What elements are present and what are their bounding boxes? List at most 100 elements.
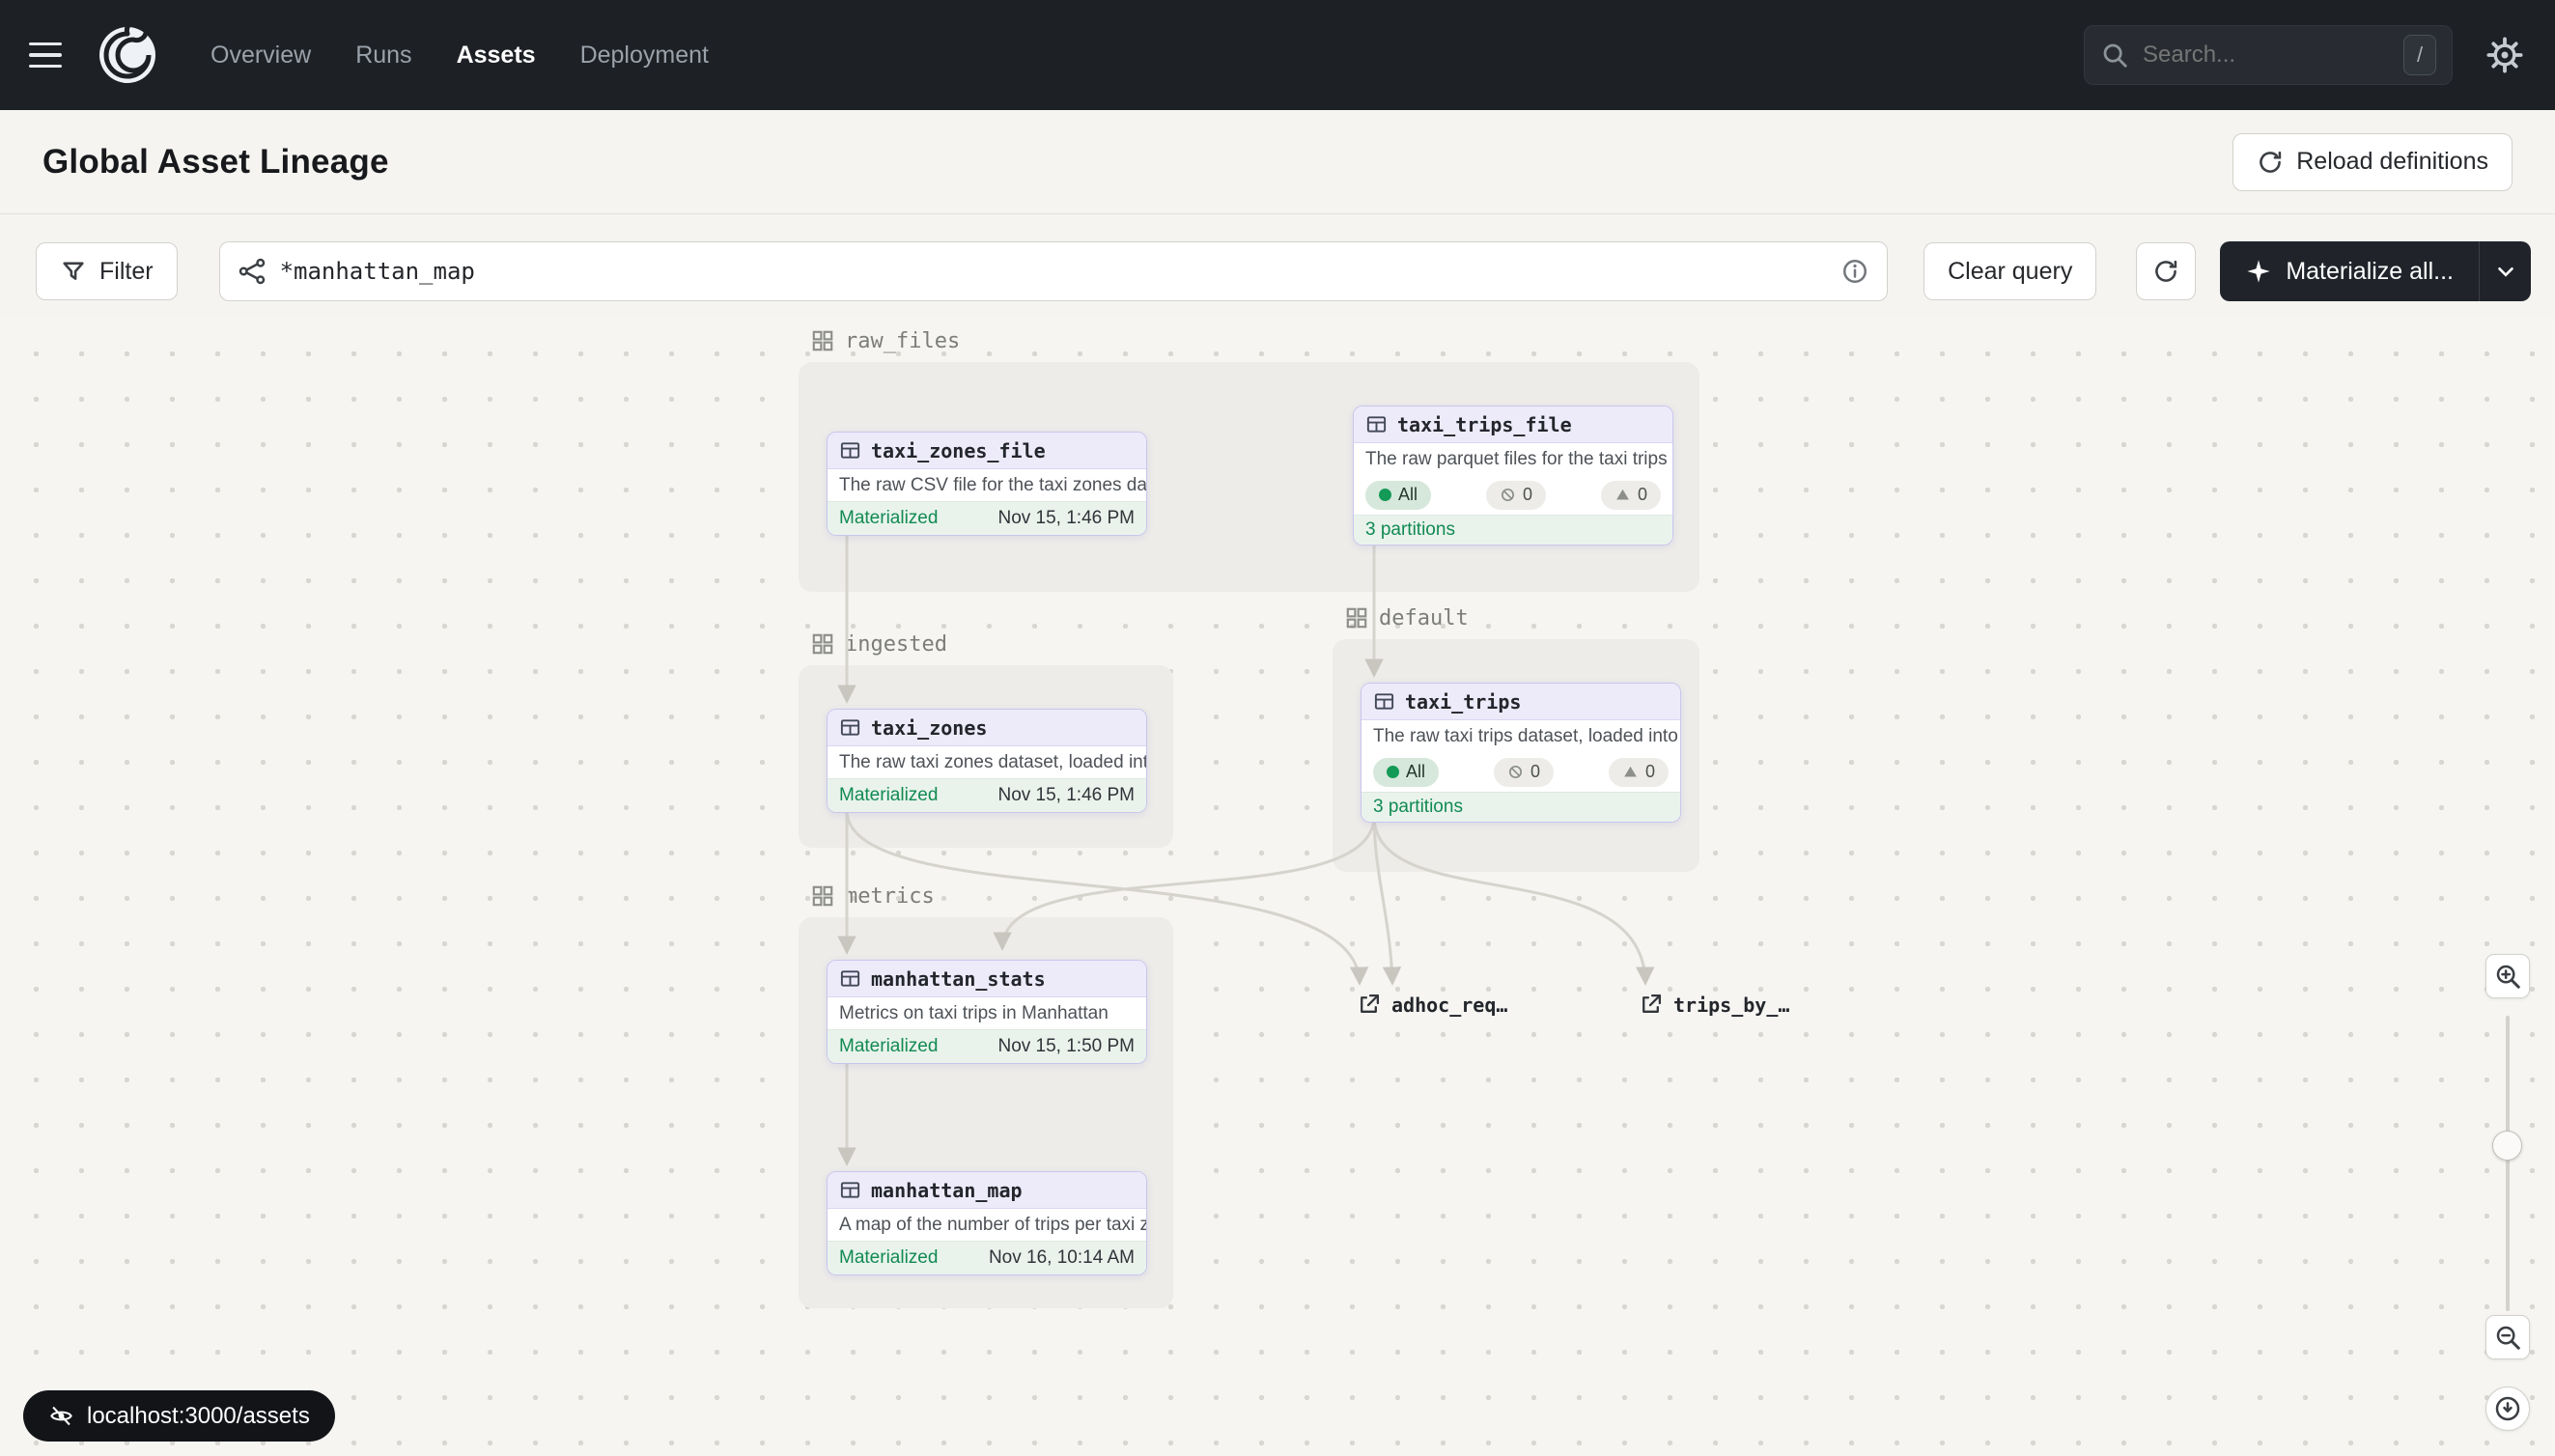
- materialized-status: Materialized: [839, 785, 938, 806]
- materialized-timestamp: Nov 15, 1:46 PM: [997, 508, 1135, 529]
- menu-icon[interactable]: [29, 34, 71, 76]
- download-view-button[interactable]: [2485, 1386, 2530, 1431]
- zoom-out-icon: [2493, 1323, 2522, 1352]
- dagster-logo-svg: [97, 24, 158, 86]
- page-header: Global Asset Lineage Reload definitions: [0, 110, 2555, 214]
- external-link-icon: [1357, 993, 1381, 1017]
- group-label-metrics[interactable]: metrics: [810, 883, 935, 909]
- materialize-options-button[interactable]: [2479, 241, 2531, 301]
- asset-description: The raw taxi zones dataset, loaded int..…: [828, 746, 1146, 778]
- current-url: localhost:3000/assets: [87, 1403, 310, 1430]
- partitions-missing-badge: 0: [1486, 481, 1546, 510]
- partitions-missing-badge: 0: [1494, 758, 1554, 787]
- asset-status-row: Materialized Nov 16, 10:14 AM: [828, 1241, 1146, 1274]
- group-name: ingested: [845, 632, 947, 657]
- asset-node-taxi-trips-file[interactable]: taxi_trips_file The raw parquet files fo…: [1353, 406, 1673, 546]
- asset-selection-input[interactable]: [280, 258, 1828, 285]
- asset-node-manhattan-map[interactable]: manhattan_map A map of the number of tri…: [827, 1171, 1147, 1275]
- zoom-in-icon: [2493, 962, 2522, 991]
- grid-icon: [810, 883, 835, 909]
- asset-name: taxi_trips_file: [1397, 413, 1572, 436]
- zoom-slider-track[interactable]: [2506, 1016, 2510, 1311]
- zoom-slider-handle[interactable]: [2492, 1131, 2522, 1161]
- materialized-timestamp: Nov 16, 10:14 AM: [989, 1247, 1135, 1269]
- external-asset-label: trips_by_…: [1673, 994, 1789, 1017]
- global-search[interactable]: /: [2084, 25, 2453, 85]
- zoom-in-button[interactable]: [2485, 954, 2530, 998]
- reload-definitions-button[interactable]: Reload definitions: [2232, 133, 2513, 191]
- asset-name: manhattan_stats: [871, 967, 1046, 991]
- materialized-status: Materialized: [839, 1036, 938, 1057]
- asset-status-row: Materialized Nov 15, 1:50 PM: [828, 1029, 1146, 1063]
- asset-node-manhattan-stats[interactable]: manhattan_stats Metrics on taxi trips in…: [827, 960, 1147, 1064]
- refresh-icon: [2257, 149, 2284, 176]
- nav-tab-assets[interactable]: Assets: [457, 42, 536, 70]
- asset-node-taxi-trips[interactable]: taxi_trips The raw taxi trips dataset, l…: [1361, 683, 1681, 823]
- nav-tab-overview[interactable]: Overview: [211, 42, 311, 70]
- group-label-default[interactable]: default: [1344, 605, 1469, 630]
- partitions-summary: 3 partitions: [1362, 792, 1680, 822]
- asset-selection-input-wrap[interactable]: [219, 241, 1889, 301]
- asset-node-taxi-zones[interactable]: taxi_zones The raw taxi zones dataset, l…: [827, 709, 1147, 813]
- info-icon[interactable]: [1840, 257, 1869, 286]
- materialize-all-button[interactable]: Materialize all...: [2220, 241, 2479, 301]
- group-label-ingested[interactable]: ingested: [810, 631, 947, 657]
- table-icon: [839, 967, 861, 990]
- table-icon: [839, 716, 861, 739]
- asset-node-header: manhattan_stats: [828, 961, 1146, 997]
- group-label-raw-files[interactable]: raw_files: [810, 328, 960, 353]
- download-circle-icon: [2493, 1394, 2522, 1423]
- asset-description: The raw taxi trips dataset, loaded into …: [1362, 720, 1680, 752]
- settings-button[interactable]: [2484, 34, 2526, 76]
- search-shortcut-key: /: [2403, 35, 2436, 75]
- asset-description: A map of the number of trips per taxi z.…: [828, 1209, 1146, 1241]
- asset-name: taxi_zones_file: [871, 439, 1046, 462]
- missing-count: 0: [1530, 762, 1540, 782]
- lineage-toolbar: Filter Clear query Ma: [36, 241, 2531, 301]
- asset-node-header: taxi_zones: [828, 710, 1146, 746]
- external-link-icon: [1639, 993, 1663, 1017]
- asset-node-taxi-zones-file[interactable]: taxi_zones_file The raw CSV file for the…: [827, 432, 1147, 536]
- refresh-icon: [2152, 258, 2179, 285]
- green-dot-icon: [1379, 489, 1391, 501]
- filter-button[interactable]: Filter: [36, 242, 178, 300]
- group-name: metrics: [845, 884, 935, 909]
- search-input[interactable]: [2143, 42, 2390, 69]
- asset-description: The raw CSV file for the taxi zones dat.…: [828, 469, 1146, 501]
- materialize-all-label: Materialize all...: [2286, 258, 2454, 286]
- refresh-graph-button[interactable]: [2136, 242, 2196, 300]
- url-status-chip: localhost:3000/assets: [23, 1390, 335, 1442]
- primary-nav: Overview Runs Assets Deployment: [211, 42, 709, 70]
- asset-node-header: taxi_zones_file: [828, 433, 1146, 469]
- filter-funnel-icon: [60, 258, 87, 285]
- all-badge-label: All: [1406, 762, 1425, 782]
- external-asset-adhoc-request[interactable]: adhoc_req…: [1357, 993, 1507, 1017]
- all-badge-label: All: [1398, 485, 1418, 505]
- asset-node-header: taxi_trips_file: [1354, 406, 1672, 443]
- table-icon: [1373, 690, 1395, 713]
- asset-node-header: taxi_trips: [1362, 684, 1680, 720]
- table-icon: [839, 1179, 861, 1201]
- zoom-out-button[interactable]: [2485, 1315, 2530, 1359]
- partition-badges: All 0 0: [1354, 475, 1672, 515]
- failed-count: 0: [1645, 762, 1655, 782]
- partition-badges: All 0 0: [1362, 752, 1680, 792]
- dagster-logo-icon[interactable]: [97, 24, 158, 86]
- nav-tab-deployment[interactable]: Deployment: [580, 42, 709, 70]
- asset-name: taxi_trips: [1405, 690, 1521, 714]
- navbar-right: /: [2084, 25, 2526, 85]
- external-asset-trips-by[interactable]: trips_by_…: [1639, 993, 1789, 1017]
- group-name: raw_files: [845, 329, 960, 353]
- asset-node-header: manhattan_map: [828, 1172, 1146, 1209]
- circle-slash-icon: [1507, 764, 1524, 780]
- materialized-status: Materialized: [839, 1247, 938, 1269]
- partitions-summary: 3 partitions: [1354, 515, 1672, 545]
- nav-tab-runs[interactable]: Runs: [355, 42, 411, 70]
- materialized-status: Materialized: [839, 508, 938, 529]
- grid-icon: [1344, 605, 1369, 630]
- asset-description: Metrics on taxi trips in Manhattan: [828, 997, 1146, 1029]
- filter-label: Filter: [99, 258, 154, 286]
- asset-name: taxi_zones: [871, 716, 987, 740]
- materialize-split-button: Materialize all...: [2220, 241, 2531, 301]
- clear-query-button[interactable]: Clear query: [1923, 242, 2096, 300]
